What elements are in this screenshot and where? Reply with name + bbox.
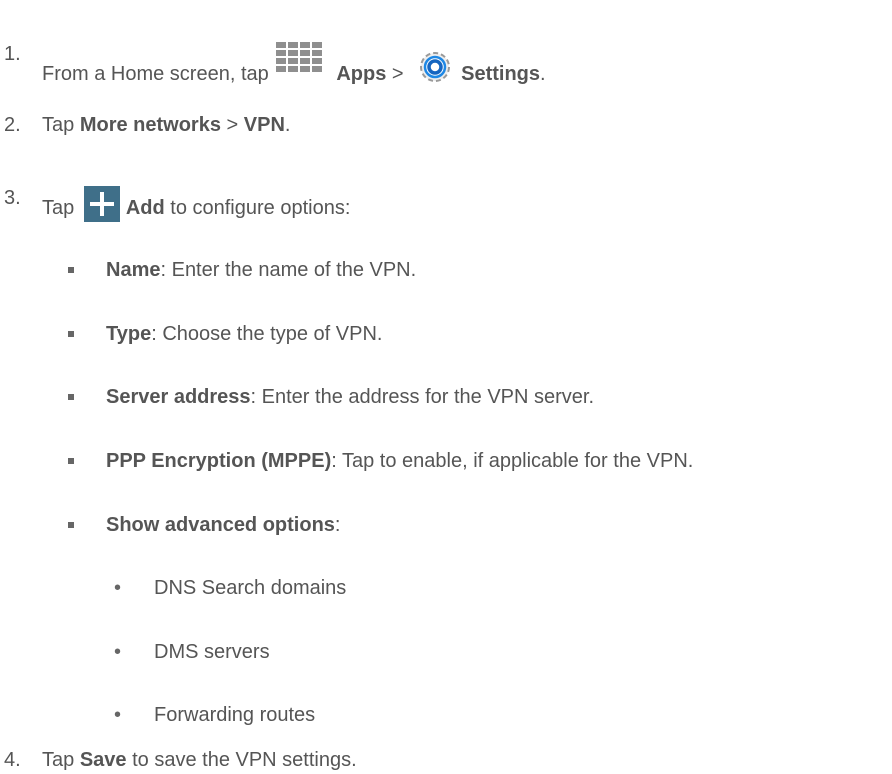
square-bullet-icon xyxy=(68,458,74,464)
option-term: Show advanced options xyxy=(106,514,335,536)
settings-label: Settings xyxy=(461,63,541,85)
step-text-suffix: to save the VPN settings. xyxy=(132,749,357,771)
step-text: Tap xyxy=(42,114,75,136)
option-desc: : xyxy=(334,514,341,536)
square-bullet-icon xyxy=(68,331,74,337)
square-bullet-icon xyxy=(68,267,74,273)
option-term: Name xyxy=(106,259,161,281)
step-text: From a Home screen, tap xyxy=(42,63,269,85)
step-number: 1. xyxy=(4,43,21,65)
square-bullet-icon xyxy=(68,522,74,528)
apps-grid-icon xyxy=(276,42,334,86)
period: . xyxy=(284,114,291,136)
advanced-option-label: DNS Search domains xyxy=(154,577,347,599)
advanced-option-label: Forwarding routes xyxy=(154,704,316,726)
round-bullet-icon: • xyxy=(114,704,122,726)
more-networks-label: More networks xyxy=(79,114,221,136)
round-bullet-icon: • xyxy=(114,577,122,599)
step-text: Tap xyxy=(42,749,75,771)
step-text-suffix: to configure options: xyxy=(170,197,351,219)
option-desc: : Tap to enable, if applicable for the V… xyxy=(331,450,694,472)
option-desc: : Enter the address for the VPN server. xyxy=(250,386,595,408)
vpn-label: VPN xyxy=(243,114,285,136)
separator: > xyxy=(391,63,404,85)
step-number: 3. xyxy=(4,187,21,209)
option-desc: : Choose the type of VPN. xyxy=(151,323,383,345)
settings-gear-icon xyxy=(420,52,451,82)
option-term: PPP Encryption (MPPE) xyxy=(106,450,332,472)
option-term: Type xyxy=(106,323,152,345)
option-desc: : Enter the name of the VPN. xyxy=(160,259,417,281)
period: . xyxy=(540,63,546,85)
option-term: Server address xyxy=(106,386,251,408)
advanced-option-label: DMS servers xyxy=(154,641,270,663)
step-number: 2. xyxy=(4,114,21,136)
save-label: Save xyxy=(79,749,127,771)
round-bullet-icon: • xyxy=(114,641,122,663)
add-label: Add xyxy=(125,197,165,219)
plus-add-icon xyxy=(83,186,120,222)
step-number: 4. xyxy=(4,749,21,771)
apps-label: Apps xyxy=(336,63,387,85)
step-text: Tap xyxy=(42,197,75,219)
separator: > xyxy=(226,114,239,136)
square-bullet-icon xyxy=(68,394,74,400)
